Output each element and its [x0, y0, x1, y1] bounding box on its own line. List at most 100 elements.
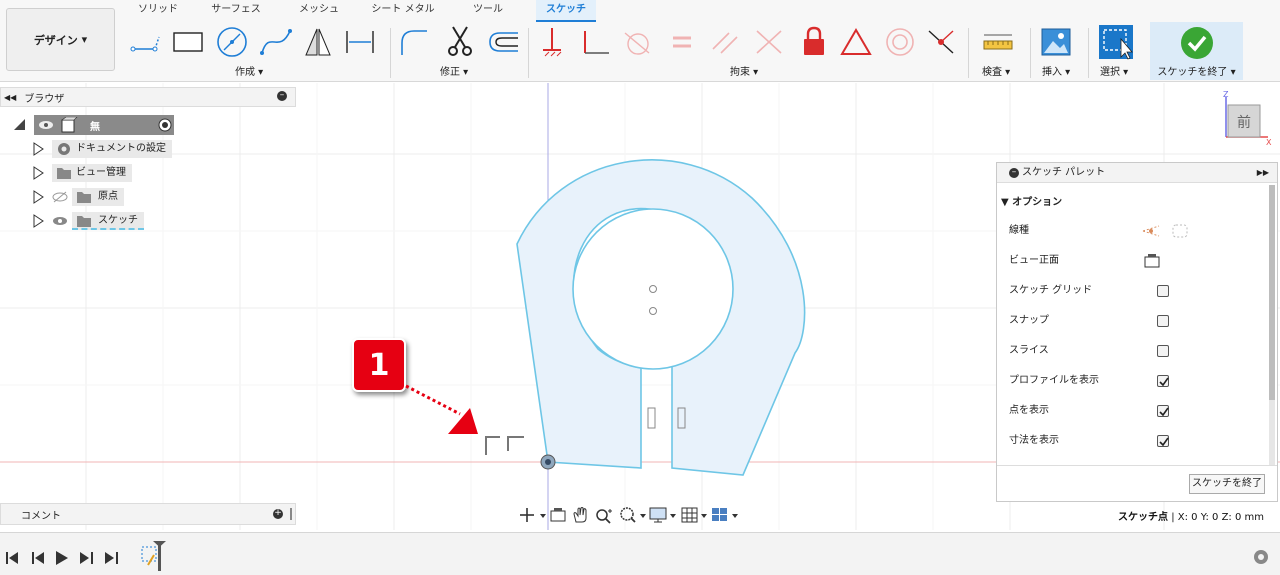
eye-icon[interactable]	[52, 215, 68, 227]
folder-icon	[77, 192, 91, 203]
tangent-icon[interactable]	[620, 24, 656, 60]
minus-icon[interactable]: –	[1009, 168, 1019, 178]
show-dimensions-checkbox[interactable]	[1157, 435, 1169, 447]
finish-sketch-button[interactable]: スケッチを終了 ▾	[1150, 22, 1243, 80]
expand-triangle-icon[interactable]	[32, 142, 44, 156]
svg-text:X: X	[1266, 138, 1272, 147]
triangle-constraint-icon[interactable]	[838, 24, 874, 60]
select-menu[interactable]: 選択 ▾	[1100, 63, 1128, 78]
dimension-tool-icon[interactable]	[342, 24, 378, 60]
tab-sheet-metal[interactable]: シート メタル	[370, 0, 436, 22]
mirror-tool-icon[interactable]	[300, 24, 336, 60]
orbit-icon[interactable]	[518, 506, 546, 524]
rectangle-tool-icon[interactable]	[170, 24, 206, 60]
construction-line-icon[interactable]	[1141, 223, 1161, 239]
fit-view-icon[interactable]	[618, 506, 646, 524]
next-step-icon[interactable]	[80, 552, 93, 564]
select-tool-icon[interactable]	[1096, 24, 1136, 60]
tree-item-named-views[interactable]: ビュー管理	[32, 163, 132, 183]
navigation-bar	[518, 503, 740, 527]
slice-checkbox[interactable]	[1157, 345, 1169, 357]
measure-ruler-icon[interactable]	[980, 24, 1016, 60]
expand-right-icon[interactable]: ▶▶	[1257, 163, 1269, 183]
look-at-icon[interactable]	[1143, 253, 1161, 269]
tree-item-sketches[interactable]: スケッチ	[32, 211, 144, 231]
finish-sketch-palette-button[interactable]: スケッチを終了	[1189, 474, 1265, 494]
play-icon[interactable]	[56, 551, 68, 565]
insert-menu[interactable]: 挿入 ▾	[1042, 63, 1070, 78]
folder-icon	[77, 216, 91, 227]
expand-triangle-icon[interactable]	[32, 214, 44, 228]
center-point[interactable]	[649, 285, 657, 293]
workspace-label: デザイン	[33, 33, 78, 47]
viewports-icon[interactable]	[710, 506, 740, 524]
option-snap: スナップ	[1009, 311, 1169, 331]
gear-icon[interactable]	[1252, 548, 1270, 566]
tree-root[interactable]: 無題 1 v3	[14, 115, 174, 170]
circle-tool-icon[interactable]	[214, 24, 250, 60]
coincident-icon[interactable]	[752, 24, 788, 60]
add-comment-icon[interactable]: +	[273, 509, 283, 519]
viewcube-face[interactable]: 前	[1237, 114, 1251, 131]
eye-hidden-icon[interactable]	[52, 191, 68, 203]
concentric-icon[interactable]	[882, 24, 918, 60]
tree-item-document-settings[interactable]: ドキュメントの設定	[32, 139, 172, 159]
fillet-tool-icon[interactable]	[396, 24, 432, 60]
previous-step-icon[interactable]	[32, 552, 44, 564]
sketch-palette: – スケッチ パレット ▶▶ ▼ オプション 線種 ビュー正面 スケッチ グリッ…	[996, 162, 1278, 502]
options-section[interactable]: ▼ オプション	[1001, 193, 1062, 208]
sketch-feature-icon[interactable]	[140, 541, 170, 571]
last-step-icon[interactable]	[105, 552, 118, 564]
tab-sketch[interactable]: スケッチ	[536, 0, 596, 22]
equal-icon[interactable]	[664, 24, 700, 60]
spline-tool-icon[interactable]	[258, 24, 294, 60]
midpoint-icon[interactable]	[924, 24, 960, 60]
tree-item-origin[interactable]: 原点	[32, 187, 124, 207]
timeline-marker-icon[interactable]	[153, 541, 166, 547]
selection-type: スケッチ点	[1118, 512, 1169, 523]
look-at-icon[interactable]	[548, 506, 568, 524]
tab-mesh[interactable]: メッシュ	[290, 0, 348, 22]
collapse-triangle-icon[interactable]	[14, 119, 26, 131]
constraints-menu[interactable]: 拘束 ▾	[730, 63, 758, 78]
expand-triangle-icon[interactable]	[32, 190, 44, 204]
expand-triangle-icon[interactable]	[32, 166, 44, 180]
trim-scissors-icon[interactable]	[442, 24, 478, 60]
tab-solid[interactable]: ソリッド	[130, 0, 186, 22]
workspace-design-button[interactable]: デザイン ▾	[6, 8, 115, 71]
sketch-point[interactable]	[649, 307, 657, 315]
comment-bar[interactable]: コメント +	[0, 503, 296, 525]
tab-surface[interactable]: サーフェス	[206, 0, 266, 22]
parallel-icon[interactable]	[708, 24, 744, 60]
centerline-icon[interactable]	[1171, 223, 1189, 239]
divider	[1030, 28, 1031, 78]
pan-hand-icon[interactable]	[570, 506, 592, 524]
insert-image-icon[interactable]	[1038, 24, 1074, 60]
viewcube-icon[interactable]: 前 Z X	[1214, 89, 1274, 159]
inspect-menu[interactable]: 検査 ▾	[982, 63, 1010, 78]
first-step-icon[interactable]	[6, 552, 18, 564]
zoom-icon[interactable]	[594, 506, 616, 524]
status-readout: スケッチ点 | X: 0 Y: 0 Z: 0 mm	[1118, 508, 1264, 523]
sketch-grid-checkbox[interactable]	[1157, 285, 1169, 297]
activate-radio-icon[interactable]	[157, 117, 173, 133]
show-profile-checkbox[interactable]	[1157, 375, 1169, 387]
create-menu[interactable]: 作成 ▾	[235, 63, 263, 78]
eye-icon[interactable]	[38, 119, 54, 131]
offset-tool-icon[interactable]	[484, 24, 520, 60]
tab-tools[interactable]: ツール	[462, 0, 514, 22]
modify-menu[interactable]: 修正 ▾	[440, 63, 468, 78]
grid-settings-icon[interactable]	[680, 506, 708, 524]
minus-icon[interactable]: –	[277, 91, 287, 101]
timeline-controls	[6, 551, 118, 565]
snap-checkbox[interactable]	[1157, 315, 1169, 327]
perpendicular-icon[interactable]	[578, 24, 614, 60]
collapse-left-icon[interactable]: ◀◀	[4, 93, 16, 102]
fix-constraint-icon[interactable]	[534, 24, 570, 60]
palette-scrollbar[interactable]	[1269, 185, 1275, 465]
finish-sketch-label: スケッチを終了 ▾	[1157, 67, 1236, 78]
line-tool-icon[interactable]	[128, 24, 164, 60]
display-settings-icon[interactable]	[648, 506, 678, 524]
lock-icon[interactable]	[796, 24, 832, 60]
show-points-checkbox[interactable]	[1157, 405, 1169, 417]
